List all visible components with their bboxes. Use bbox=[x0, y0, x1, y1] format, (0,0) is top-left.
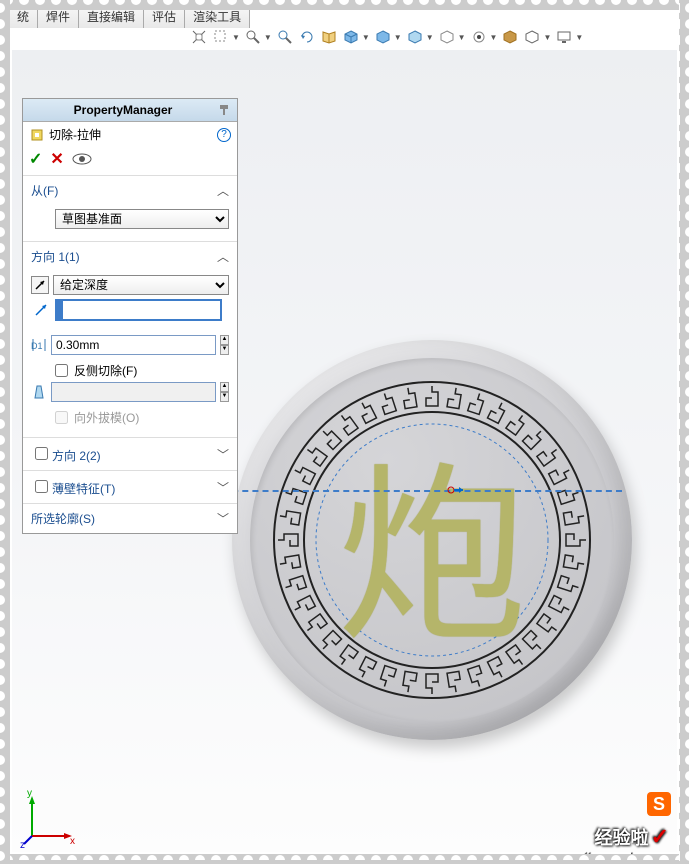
dropdown-arrow-icon[interactable]: ▼ bbox=[543, 33, 551, 42]
collapse-icon: ︿ bbox=[217, 248, 229, 265]
dropdown-arrow-icon[interactable]: ▼ bbox=[575, 33, 583, 42]
tab-system[interactable]: 统 bbox=[8, 4, 38, 28]
direction1-header[interactable]: 方向 1(1) ︿ bbox=[23, 242, 237, 271]
depth-input[interactable] bbox=[51, 335, 216, 355]
sketch-character: 炮 bbox=[337, 403, 527, 678]
command-tabs: 统 焊件 直接编辑 评估 渲染工具 bbox=[8, 4, 250, 28]
end-condition-select[interactable]: 给定深度 bbox=[53, 275, 229, 295]
thin-feature-label: 薄壁特征(T) bbox=[52, 482, 115, 496]
depth-spinner[interactable]: ▲ ▼ bbox=[220, 335, 229, 355]
feature-title-row: 切除-拉伸 ? bbox=[23, 122, 237, 147]
direction-vector-input[interactable] bbox=[55, 299, 222, 321]
sketch-axis-line bbox=[212, 490, 622, 492]
sogou-ime-icon[interactable]: S bbox=[647, 792, 671, 816]
zoom-area-icon[interactable] bbox=[212, 28, 230, 46]
orientation-triad[interactable]: y x z bbox=[20, 788, 80, 848]
book-icon[interactable] bbox=[320, 28, 338, 46]
draft-outward-checkbox bbox=[55, 411, 68, 424]
expand-icon: ﹀ bbox=[217, 446, 229, 463]
spin-down[interactable]: ▼ bbox=[220, 345, 229, 355]
dropdown-arrow-icon[interactable]: ▼ bbox=[458, 33, 466, 42]
preview-icon[interactable] bbox=[72, 152, 92, 166]
direction1-section: 方向 1(1) ︿ 给定深度 bbox=[23, 242, 237, 438]
footer-brand: 经验啦✓ bbox=[595, 824, 669, 850]
direction2-section: 方向 2(2) ﹀ bbox=[23, 438, 237, 471]
depth-icon: D1 bbox=[31, 335, 47, 355]
svg-text:y: y bbox=[27, 788, 32, 799]
monitor-icon[interactable] bbox=[555, 28, 573, 46]
svg-text:x: x bbox=[70, 836, 75, 847]
tab-direct-edit[interactable]: 直接编辑 bbox=[79, 4, 144, 28]
display-style-icon[interactable] bbox=[374, 28, 392, 46]
draft-icon[interactable] bbox=[31, 382, 47, 402]
magnify-icon[interactable] bbox=[244, 28, 262, 46]
svg-text:z: z bbox=[20, 840, 25, 848]
expand-icon: ﹀ bbox=[217, 510, 229, 527]
thin-feature-header[interactable]: 薄壁特征(T) ﹀ bbox=[23, 471, 237, 503]
tab-render-tools[interactable]: 渲染工具 bbox=[185, 4, 250, 28]
selected-contours-header[interactable]: 所选轮廓(S) ﹀ bbox=[23, 504, 237, 533]
confirm-row: ✓ ✕ bbox=[23, 147, 237, 176]
section-view-icon[interactable] bbox=[276, 28, 294, 46]
direction1-label: 方向 1(1) bbox=[31, 248, 80, 265]
dropdown-arrow-icon[interactable]: ▼ bbox=[264, 33, 272, 42]
cut-extrude-icon bbox=[29, 127, 45, 143]
draft-spinner: ▲ ▼ bbox=[220, 382, 229, 402]
direction2-header[interactable]: 方向 2(2) ﹀ bbox=[23, 438, 237, 470]
from-section: 从(F) ︿ 草图基准面 bbox=[23, 176, 237, 242]
help-icon[interactable]: ? bbox=[217, 128, 231, 142]
flip-side-checkbox[interactable] bbox=[55, 364, 68, 377]
hide-show-icon[interactable] bbox=[406, 28, 424, 46]
selected-contours-label: 所选轮廓(S) bbox=[31, 510, 95, 527]
view-toolbar: ▼ ▼ ▼ ▼ ▼ ▼ ▼ ▼ ▼ bbox=[190, 28, 669, 46]
dropdown-arrow-icon[interactable]: ▼ bbox=[232, 33, 240, 42]
view-orientation-icon[interactable] bbox=[342, 28, 360, 46]
panel-title: PropertyManager bbox=[29, 103, 217, 117]
sketch-origin-icon bbox=[447, 484, 463, 496]
collapse-icon: ︿ bbox=[217, 182, 229, 199]
property-manager-panel: PropertyManager 切除-拉伸 ? ✓ ✕ 从(F) ︿ 草图基准面 bbox=[22, 98, 238, 534]
from-select[interactable]: 草图基准面 bbox=[55, 209, 229, 229]
dropdown-arrow-icon[interactable]: ▼ bbox=[362, 33, 370, 42]
tab-evaluate[interactable]: 评估 bbox=[144, 4, 185, 28]
dropdown-arrow-icon[interactable]: ▼ bbox=[426, 33, 434, 42]
chess-piece-model: 炮 bbox=[232, 340, 632, 740]
cancel-button[interactable]: ✕ bbox=[50, 149, 63, 169]
cube-outline-icon[interactable] bbox=[523, 28, 541, 46]
apply-scene-icon[interactable] bbox=[470, 28, 488, 46]
panel-header: PropertyManager bbox=[23, 99, 237, 122]
view-settings-icon[interactable] bbox=[501, 28, 519, 46]
footer-url: jingyanla.com bbox=[582, 849, 669, 864]
feature-name: 切除-拉伸 bbox=[49, 126, 213, 143]
dropdown-arrow-icon[interactable]: ▼ bbox=[490, 33, 498, 42]
rotate-view-icon[interactable] bbox=[298, 28, 316, 46]
pin-icon[interactable] bbox=[217, 103, 231, 117]
flip-side-label: 反侧切除(F) bbox=[74, 362, 137, 379]
tab-weldments[interactable]: 焊件 bbox=[38, 4, 79, 28]
ok-button[interactable]: ✓ bbox=[29, 149, 42, 169]
direction2-checkbox[interactable] bbox=[35, 447, 48, 460]
direction2-label: 方向 2(2) bbox=[52, 449, 101, 463]
selected-contours-section: 所选轮廓(S) ﹀ bbox=[23, 504, 237, 533]
thin-feature-section: 薄壁特征(T) ﹀ bbox=[23, 471, 237, 504]
spin-up[interactable]: ▲ bbox=[220, 335, 229, 345]
draft-outward-label: 向外拔模(O) bbox=[74, 409, 139, 426]
from-label: 从(F) bbox=[31, 182, 58, 199]
from-header[interactable]: 从(F) ︿ bbox=[23, 176, 237, 205]
direction-vector-icon bbox=[31, 300, 51, 320]
edit-appearance-icon[interactable] bbox=[438, 28, 456, 46]
expand-icon: ﹀ bbox=[217, 479, 229, 496]
dropdown-arrow-icon[interactable]: ▼ bbox=[394, 33, 402, 42]
zoom-to-fit-icon[interactable] bbox=[190, 28, 208, 46]
reverse-direction-button[interactable] bbox=[31, 276, 49, 294]
draft-angle-input bbox=[51, 382, 216, 402]
thin-feature-checkbox[interactable] bbox=[35, 480, 48, 493]
